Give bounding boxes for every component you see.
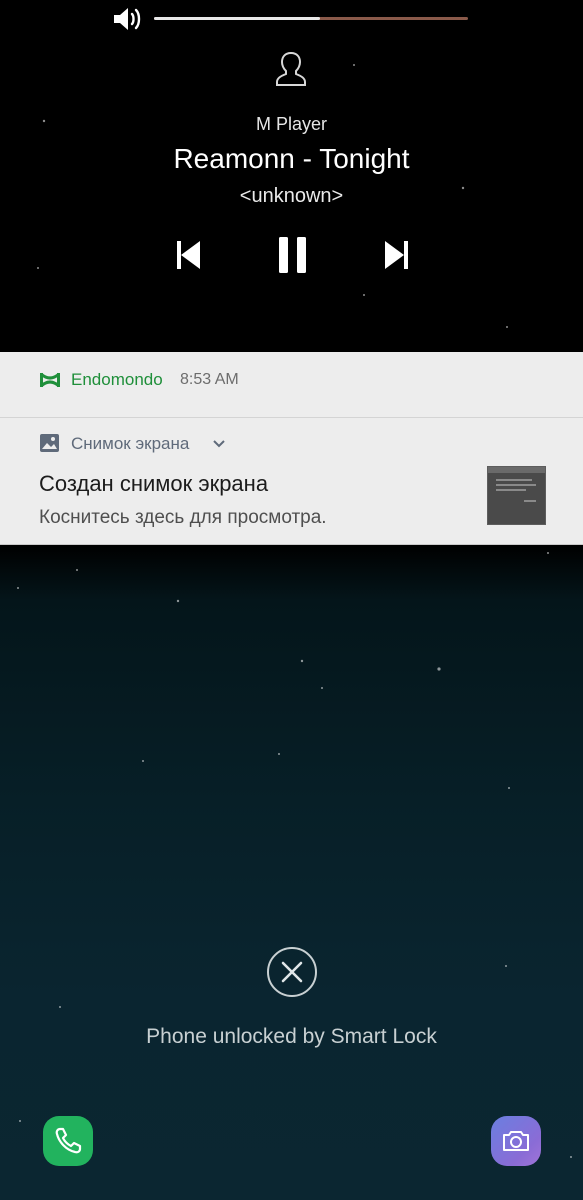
screenshot-notification-title: Создан снимок экрана xyxy=(39,471,269,496)
media-app-name: M Player xyxy=(255,114,327,134)
screenshot-notification[interactable]: Снимок экрана Создан снимок экрана Косни… xyxy=(0,418,583,545)
track-artist: <unknown> xyxy=(239,185,344,207)
volume-icon[interactable] xyxy=(112,5,144,33)
screenshot-app-name: Снимок экрана xyxy=(71,434,190,453)
close-circle-icon xyxy=(266,946,318,998)
track-title: Reamonn - Tonight xyxy=(173,143,410,174)
endomondo-time: 8:53 AM xyxy=(180,371,239,388)
previous-button[interactable] xyxy=(164,232,214,278)
camera-icon xyxy=(503,1131,529,1151)
smart-lock-status: Phone unlocked by Smart Lock xyxy=(146,1025,437,1048)
endomondo-logo-icon xyxy=(38,370,62,390)
next-button[interactable] xyxy=(371,232,421,278)
pause-button[interactable] xyxy=(268,232,318,278)
screenshot-thumbnail[interactable] xyxy=(487,466,546,525)
screenshot-notification-text: Коснитесь здесь для просмотра. xyxy=(39,507,327,528)
phone-icon xyxy=(55,1127,82,1154)
user-silhouette-icon xyxy=(272,50,310,90)
pause-icon xyxy=(279,237,306,273)
endomondo-app-name: Endomondo xyxy=(71,370,163,389)
media-player: M Player Reamonn - Tonight <unknown> xyxy=(0,0,583,352)
endomondo-notification[interactable]: Endomondo 8:53 AM xyxy=(0,352,583,418)
volume-slider-fill xyxy=(154,17,321,20)
chevron-down-icon[interactable] xyxy=(211,437,227,451)
phone-shortcut[interactable] xyxy=(43,1116,93,1166)
volume-slider[interactable] xyxy=(154,17,468,20)
camera-shortcut[interactable] xyxy=(491,1116,541,1166)
image-icon xyxy=(39,433,60,453)
next-icon xyxy=(385,241,408,269)
previous-icon xyxy=(177,241,200,269)
